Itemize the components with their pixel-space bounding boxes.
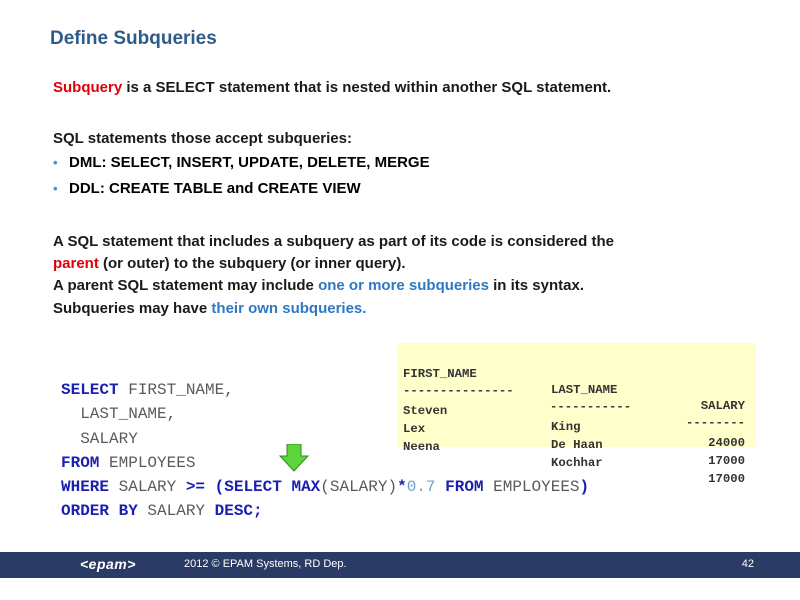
sql-number: 0.7: [406, 478, 436, 497]
cell-salary: 17000: [708, 472, 745, 486]
subquery-definition-text: is a SELECT statement that is nested wit…: [122, 79, 612, 96]
sql-keyword: WHERE: [61, 478, 110, 497]
own-subqueries-paragraph: Subqueries may have their own subqueries…: [53, 300, 366, 317]
list-item: DDL: CREATE TABLE and CREATE VIEW: [53, 181, 430, 207]
sql-keyword: ORDER BY: [61, 502, 138, 521]
sql-keyword: FROM: [445, 478, 484, 497]
parent-paragraph-line1: A SQL statement that includes a subquery…: [53, 233, 614, 250]
page-number: 42: [741, 558, 754, 570]
footer-bar: <epam> 2012 © EPAM Systems, RD Dep. 42: [0, 552, 800, 578]
parent-paragraph: A SQL statement that includes a subquery…: [53, 231, 614, 275]
sql-text: SALARY: [61, 429, 138, 448]
sql-text: (SALARY): [320, 478, 398, 497]
sql-code-block: SELECT FIRST_NAME, LAST_NAME, SALARY FRO…: [61, 378, 589, 524]
sql-keyword: FROM: [61, 453, 100, 472]
parent-term: parent: [53, 255, 99, 272]
sql-text: EMPLOYEES: [99, 453, 196, 472]
list-item: DML: SELECT, INSERT, UPDATE, DELETE, MER…: [53, 155, 430, 181]
sql-paren: (: [214, 478, 225, 497]
cell-salary: 17000: [708, 454, 745, 468]
sql-operator: *: [397, 478, 407, 497]
own-text-before: Subqueries may have: [53, 300, 212, 317]
multi-text-after: in its syntax.: [488, 277, 584, 294]
statement-type-list: DML: SELECT, INSERT, UPDATE, DELETE, MER…: [53, 155, 430, 207]
sql-text: FIRST_NAME,: [118, 381, 234, 399]
sql-keyword: SELECT: [61, 381, 119, 399]
sql-keyword: DESC;: [214, 502, 263, 521]
subquery-definition: Subquery is a SELECT statement that is n…: [53, 79, 611, 96]
header-salary: SALARY: [700, 399, 745, 413]
result-header-row: FIRST_NAME LAST_NAME SALARY: [403, 350, 745, 413]
multiple-subqueries-paragraph: A parent SQL statement may include one o…: [53, 277, 584, 294]
own-highlight: their own subqueries.: [211, 300, 367, 317]
sql-operator: >=: [185, 478, 206, 497]
multi-text-before: A parent SQL statement may include: [53, 277, 319, 294]
accept-heading: SQL statements those accept subqueries:: [53, 130, 352, 147]
multi-highlight: one or more subqueries: [318, 277, 489, 294]
sql-keyword: SELECT MAX: [224, 478, 321, 497]
sql-text: LAST_NAME,: [61, 405, 177, 424]
sql-paren: ): [579, 478, 590, 497]
copyright-text: 2012 © EPAM Systems, RD Dep.: [184, 558, 347, 570]
cell-salary: 24000: [708, 436, 745, 450]
sql-text: EMPLOYEES: [483, 478, 580, 497]
epam-logo: <epam>: [80, 556, 136, 572]
subquery-term: Subquery: [53, 79, 123, 96]
sql-text: SALARY: [109, 478, 186, 497]
parent-paragraph-line2: (or outer) to the subquery (or inner que…: [98, 255, 406, 272]
separator: --------: [685, 416, 745, 430]
slide-title: Define Subqueries: [50, 28, 217, 49]
sql-text: SALARY: [137, 502, 215, 521]
